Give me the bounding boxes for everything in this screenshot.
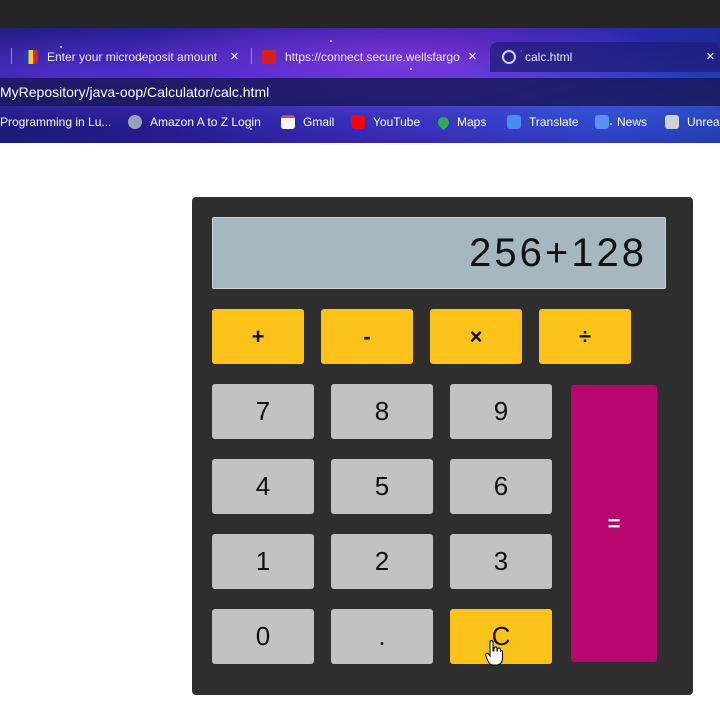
bookmark-amazon[interactable]: Amazon A to Z Login: [128, 115, 261, 129]
digit-5-button[interactable]: 5: [331, 459, 433, 514]
globe-icon: [502, 50, 516, 64]
bookmark-label: Programming in Lu...: [0, 115, 112, 129]
address-url: MyRepository/java-oop/Calculator/calc.ht…: [0, 84, 270, 100]
hand-pointer-icon: [485, 640, 503, 666]
wells-fargo-icon: [262, 50, 276, 64]
bookmark-maps[interactable]: Maps: [435, 114, 487, 130]
close-icon[interactable]: ×: [468, 48, 477, 65]
digit-6-button[interactable]: 6: [450, 459, 552, 514]
globe-icon: [128, 115, 142, 129]
browser-chrome: Enter your microdeposit amount × https:/…: [0, 28, 720, 143]
tab-separator: [11, 48, 12, 64]
multiply-button[interactable]: ×: [430, 309, 522, 364]
youtube-icon: [351, 115, 365, 129]
subtract-button[interactable]: -: [321, 309, 413, 364]
maps-pin-icon: [435, 114, 452, 130]
digit-9-button[interactable]: 9: [450, 384, 552, 439]
decimal-button[interactable]: .: [331, 609, 433, 664]
bookmark-unreal[interactable]: Unrea: [665, 115, 720, 129]
tab-microdeposit[interactable]: Enter your microdeposit amount ×: [24, 42, 246, 72]
bookmark-label: News: [617, 115, 648, 129]
bookmark-programming[interactable]: Programming in Lu...: [0, 115, 111, 129]
bookmark-label: Amazon A to Z Login: [150, 115, 261, 129]
digit-8-button[interactable]: 8: [331, 384, 433, 439]
tab-separator: [251, 48, 252, 64]
tab-calc[interactable]: calc.html ×: [490, 42, 720, 72]
tab-title: Enter your microdeposit amount: [47, 50, 218, 64]
tab-wellsfargo[interactable]: https://connect.secure.wellsfargo ×: [262, 42, 484, 72]
calculator-display: 256+128: [212, 217, 666, 289]
digit-0-button[interactable]: 0: [212, 609, 314, 664]
bookmark-label: Unrea: [687, 115, 720, 129]
gmail-icon: [281, 115, 295, 129]
digit-1-button[interactable]: 1: [212, 534, 314, 589]
bookmark-label: Maps: [457, 115, 487, 129]
bookmark-translate[interactable]: Translate: [507, 115, 579, 129]
news-icon: [595, 115, 609, 129]
tab-title: https://connect.secure.wellsfargo: [285, 50, 460, 64]
tab-title: calc.html: [525, 50, 573, 64]
digit-4-button[interactable]: 4: [212, 459, 314, 514]
divide-button[interactable]: ÷: [539, 309, 631, 364]
digit-2-button[interactable]: 2: [331, 534, 433, 589]
bookmark-gmail[interactable]: Gmail: [281, 115, 334, 129]
add-button[interactable]: +: [212, 309, 304, 364]
bookmark-news[interactable]: News: [595, 115, 647, 129]
flag-icon: [24, 50, 38, 64]
window-top-strip: [0, 0, 720, 28]
close-icon[interactable]: ×: [706, 48, 715, 65]
bookmark-label: Translate: [529, 115, 579, 129]
calculator: 256+128 + - × ÷ 7 8 9 4 5 6 1 2 3 0 . C …: [192, 197, 693, 695]
bookmark-label: YouTube: [373, 115, 421, 129]
equals-button[interactable]: =: [571, 385, 657, 662]
digit-3-button[interactable]: 3: [450, 534, 552, 589]
unreal-icon: [665, 115, 679, 129]
close-icon[interactable]: ×: [230, 48, 239, 65]
bookmark-label: Gmail: [303, 115, 335, 129]
address-bar[interactable]: MyRepository/java-oop/Calculator/calc.ht…: [0, 78, 720, 106]
translate-icon: [507, 115, 521, 129]
digit-7-button[interactable]: 7: [212, 384, 314, 439]
bookmark-youtube[interactable]: YouTube: [351, 115, 420, 129]
bookmarks-bar: Programming in Lu... Amazon A to Z Login…: [0, 108, 720, 138]
